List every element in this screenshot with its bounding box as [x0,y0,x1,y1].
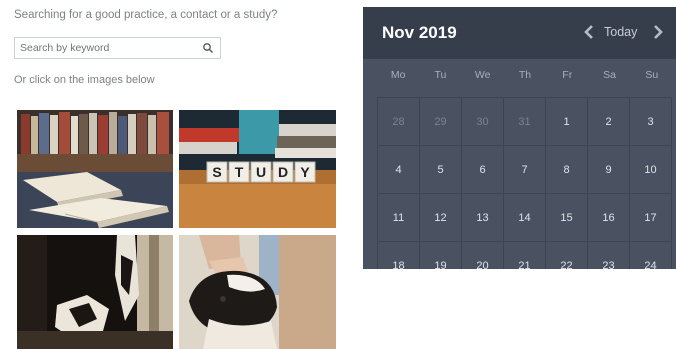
day-cell[interactable]: 15 [546,194,588,242]
calendar-widget: Nov 2019 Today Mo Tu We Th Fr Sa Su 28 2… [363,7,676,269]
weekday-header-row: Mo Tu We Th Fr Sa Su [377,69,673,89]
chevron-right-icon[interactable] [652,24,664,40]
day-cell[interactable]: 16 [588,194,630,242]
image-tile-calves[interactable] [17,235,173,349]
day-cell[interactable]: 23 [588,242,630,269]
study-letter: S [212,164,221,180]
study-letter: T [235,164,244,180]
weekday-label: Fr [562,69,573,81]
day-cell[interactable]: 17 [630,194,672,242]
books-photo [17,110,173,228]
study-letter: D [278,164,288,180]
weekday-label: Sa [603,69,616,81]
day-cell[interactable]: 21 [504,242,546,269]
image-tile-study[interactable]: S T U D Y [179,110,336,228]
calves-photo [17,235,173,349]
study-blocks-photo: S T U D Y [179,110,336,228]
day-cell[interactable]: 13 [462,194,504,242]
day-cell[interactable]: 6 [462,146,504,194]
image-tile-books[interactable] [17,110,173,228]
study-letter: Y [300,164,310,180]
day-cell[interactable]: 11 [378,194,420,242]
day-cell[interactable]: 3 [630,98,672,146]
calendar-month-label: Nov 2019 [382,23,457,42]
day-cell[interactable]: 14 [504,194,546,242]
chevron-left-icon[interactable] [583,24,595,40]
day-cell[interactable]: 19 [420,242,462,269]
day-cell[interactable]: 8 [546,146,588,194]
lamb-photo [179,235,336,349]
study-letter: U [256,164,266,180]
day-cell[interactable]: 10 [630,146,672,194]
day-cell[interactable]: 29 [420,98,462,146]
weekday-label: Su [645,69,659,81]
weekday-label: Mo [390,69,406,81]
day-cell[interactable]: 30 [462,98,504,146]
weekday-label: Tu [434,69,447,81]
day-cell[interactable]: 22 [546,242,588,269]
search-input[interactable] [15,38,195,58]
day-cell[interactable]: 2 [588,98,630,146]
day-cell[interactable]: 12 [420,194,462,242]
weekday-label: Th [518,69,532,81]
study-letter-blocks: S T U D Y [206,161,316,183]
search-intro: Searching for a good practice, a contact… [14,9,278,21]
weekday-label: We [474,69,491,81]
click-hint: Or click on the images below [14,74,155,86]
day-cell[interactable]: 5 [420,146,462,194]
search-box [14,37,221,59]
day-cell[interactable]: 28 [378,98,420,146]
today-button[interactable]: Today [604,25,637,39]
day-cell[interactable]: 7 [504,146,546,194]
day-cell[interactable]: 24 [630,242,672,269]
day-cell[interactable]: 18 [378,242,420,269]
image-tile-lamb[interactable] [179,235,336,349]
search-icon[interactable] [202,42,214,54]
day-cell[interactable]: 9 [588,146,630,194]
day-cell[interactable]: 4 [378,146,420,194]
day-cell[interactable]: 1 [546,98,588,146]
calendar-header: Nov 2019 Today [363,7,676,59]
calendar-grid: 28 29 30 31 1 2 3 4 5 6 7 8 9 10 11 12 1… [377,97,672,269]
day-cell[interactable]: 20 [462,242,504,269]
day-cell[interactable]: 31 [504,98,546,146]
